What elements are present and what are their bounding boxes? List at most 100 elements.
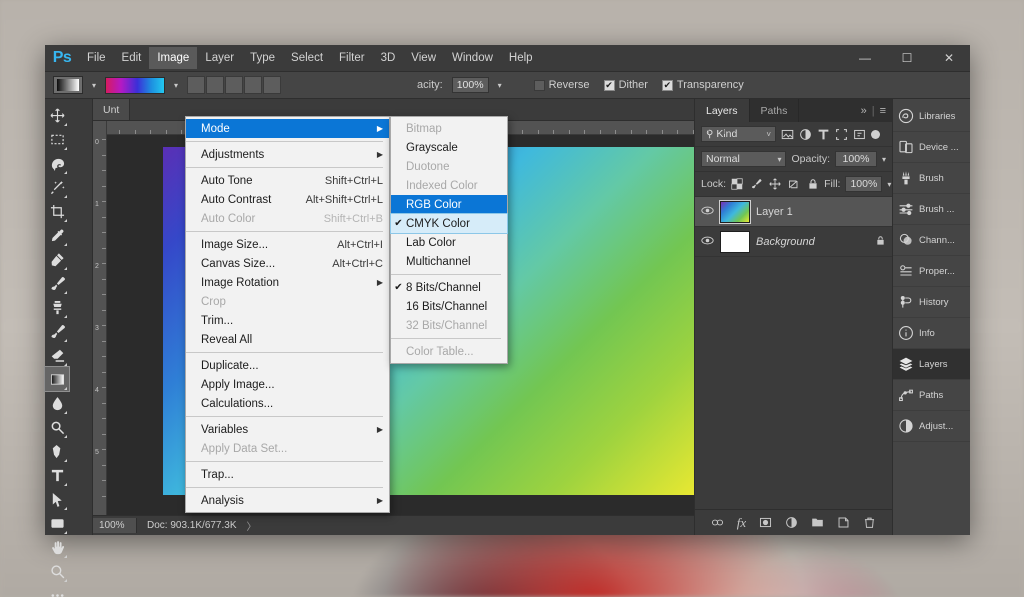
fx-icon[interactable]: fx [737, 515, 746, 531]
layer-fill-value[interactable]: 100% [845, 176, 882, 192]
link-icon[interactable] [711, 516, 724, 529]
menu-3d[interactable]: 3D [373, 47, 404, 69]
checkbox-reverse[interactable]: Reverse [534, 79, 590, 91]
menu-item-auto-contrast[interactable]: Auto ContrastAlt+Shift+Ctrl+L [186, 190, 389, 209]
layer-visibility-eye-icon[interactable] [701, 234, 714, 250]
history-brush-tool[interactable] [45, 319, 69, 343]
edit-toolbar-ellipsis[interactable] [45, 583, 69, 597]
layer-opacity-value[interactable]: 100% [835, 151, 877, 167]
menu-item-8-bits-channel[interactable]: ✔8 Bits/Channel [391, 278, 507, 297]
filter-smart-object-icon[interactable] [853, 128, 866, 141]
menu-item-auto-tone[interactable]: Auto ToneShift+Ctrl+L [186, 171, 389, 190]
collapse-panel-icon[interactable]: » [861, 105, 867, 117]
menu-item-mode[interactable]: Mode▶ [186, 119, 389, 138]
menu-item-rgb-color[interactable]: RGB Color [391, 195, 507, 214]
menu-select[interactable]: Select [283, 47, 331, 69]
layer-name[interactable]: Background [756, 236, 869, 248]
opacity-chevron-icon[interactable]: ▾ [882, 155, 886, 164]
dock-item-chann[interactable]: Chann... [893, 225, 970, 256]
filter-adjustment-icon[interactable] [799, 128, 812, 141]
menu-item-calculations[interactable]: Calculations... [186, 394, 389, 413]
maximize-button[interactable]: ☐ [886, 45, 928, 71]
angle-gradient-button[interactable] [225, 76, 243, 94]
dock-item-brush[interactable]: Brush [893, 163, 970, 194]
menu-window[interactable]: Window [444, 47, 501, 69]
dock-item-proper[interactable]: Proper... [893, 256, 970, 287]
checkbox-transparency[interactable]: ✔Transparency [662, 79, 744, 91]
status-expand-icon[interactable]: 〉 [247, 518, 257, 533]
menu-item-multichannel[interactable]: Multichannel [391, 252, 507, 271]
zoom-tool[interactable] [45, 559, 69, 583]
layer-row[interactable]: Layer 1 [695, 197, 892, 227]
path-selection-tool[interactable] [45, 487, 69, 511]
tool-preset-caret-icon[interactable]: ▾ [92, 81, 96, 90]
close-button[interactable]: ✕ [928, 45, 970, 71]
layer-visibility-eye-icon[interactable] [701, 204, 714, 220]
lock-position-icon[interactable] [769, 178, 781, 190]
linear-gradient-button[interactable] [187, 76, 205, 94]
dock-item-device[interactable]: Device ... [893, 132, 970, 163]
lock-image-pixels-icon[interactable] [750, 178, 762, 190]
crop-tool[interactable] [45, 199, 69, 223]
zoom-level-field[interactable]: 100% [93, 518, 137, 533]
blend-mode-select[interactable]: Normal ▾ [701, 151, 786, 167]
menu-item-cmyk-color[interactable]: ✔CMYK Color [391, 214, 507, 233]
healing-brush-tool[interactable] [45, 247, 69, 271]
gradient-tool[interactable] [45, 367, 69, 391]
menu-item-variables[interactable]: Variables▶ [186, 420, 389, 439]
eyedropper-tool[interactable] [45, 223, 69, 247]
radial-gradient-button[interactable] [206, 76, 224, 94]
clone-stamp-tool[interactable] [45, 295, 69, 319]
fill-chevron-icon[interactable]: ▾ [887, 180, 891, 189]
panel-menu-icon[interactable]: ≡ [880, 105, 886, 117]
new-layer-icon[interactable] [837, 516, 850, 529]
lock-transparent-pixels-icon[interactable] [731, 178, 743, 190]
move-tool[interactable] [45, 103, 69, 127]
minimize-button[interactable]: — [844, 45, 886, 71]
folder-icon[interactable] [811, 516, 824, 529]
layer-thumbnail[interactable] [720, 201, 750, 223]
dock-item-paths[interactable]: Paths [893, 380, 970, 411]
dock-item-layers[interactable]: Layers [893, 349, 970, 380]
panel-tab-paths[interactable]: Paths [750, 99, 800, 122]
layer-row[interactable]: Background [695, 227, 892, 257]
vertical-ruler[interactable]: 012345 [93, 121, 107, 515]
menu-item-grayscale[interactable]: Grayscale [391, 138, 507, 157]
pen-tool[interactable] [45, 439, 69, 463]
document-tab[interactable]: Unt [93, 99, 130, 120]
reflected-gradient-button[interactable] [244, 76, 262, 94]
menu-item-reveal-all[interactable]: Reveal All [186, 330, 389, 349]
menu-item-image-rotation[interactable]: Image Rotation▶ [186, 273, 389, 292]
menu-item-16-bits-channel[interactable]: 16 Bits/Channel [391, 297, 507, 316]
menu-item-canvas-size[interactable]: Canvas Size...Alt+Ctrl+C [186, 254, 389, 273]
lock-artboard-nesting-icon[interactable] [788, 178, 800, 190]
menu-file[interactable]: File [79, 47, 114, 69]
type-tool[interactable] [45, 463, 69, 487]
hand-tool[interactable] [45, 535, 69, 559]
brush-tool[interactable] [45, 271, 69, 295]
eraser-tool[interactable] [45, 343, 69, 367]
opacity-value[interactable]: 100% [452, 77, 489, 93]
magic-wand-tool[interactable] [45, 175, 69, 199]
checkbox-box-dither[interactable]: ✔ [604, 80, 615, 91]
menu-item-apply-image[interactable]: Apply Image... [186, 375, 389, 394]
filter-toggle-icon[interactable] [871, 130, 880, 139]
layer-list[interactable]: Layer 1 Background [695, 197, 892, 509]
diamond-gradient-button[interactable] [263, 76, 281, 94]
menu-item-image-size[interactable]: Image Size...Alt+Ctrl+I [186, 235, 389, 254]
menu-type[interactable]: Type [242, 47, 283, 69]
menu-layer[interactable]: Layer [197, 47, 242, 69]
checkbox-box-reverse[interactable] [534, 80, 545, 91]
gradient-picker-caret-icon[interactable]: ▾ [174, 81, 178, 90]
menu-item-trim[interactable]: Trim... [186, 311, 389, 330]
lasso-tool[interactable] [45, 151, 69, 175]
mode-submenu-dropdown[interactable]: BitmapGrayscaleDuotoneIndexed ColorRGB C… [390, 116, 508, 364]
menu-item-adjustments[interactable]: Adjustments▶ [186, 145, 389, 164]
menu-item-trap[interactable]: Trap... [186, 465, 389, 484]
layer-filter-kind-select[interactable]: ⚲ Kind ˅ [701, 126, 776, 142]
dock-item-history[interactable]: History [893, 287, 970, 318]
checkbox-box-transparency[interactable]: ✔ [662, 80, 673, 91]
gradient-preview-swatch[interactable] [105, 77, 165, 94]
dock-item-brush[interactable]: Brush ... [893, 194, 970, 225]
menu-item-duplicate[interactable]: Duplicate... [186, 356, 389, 375]
